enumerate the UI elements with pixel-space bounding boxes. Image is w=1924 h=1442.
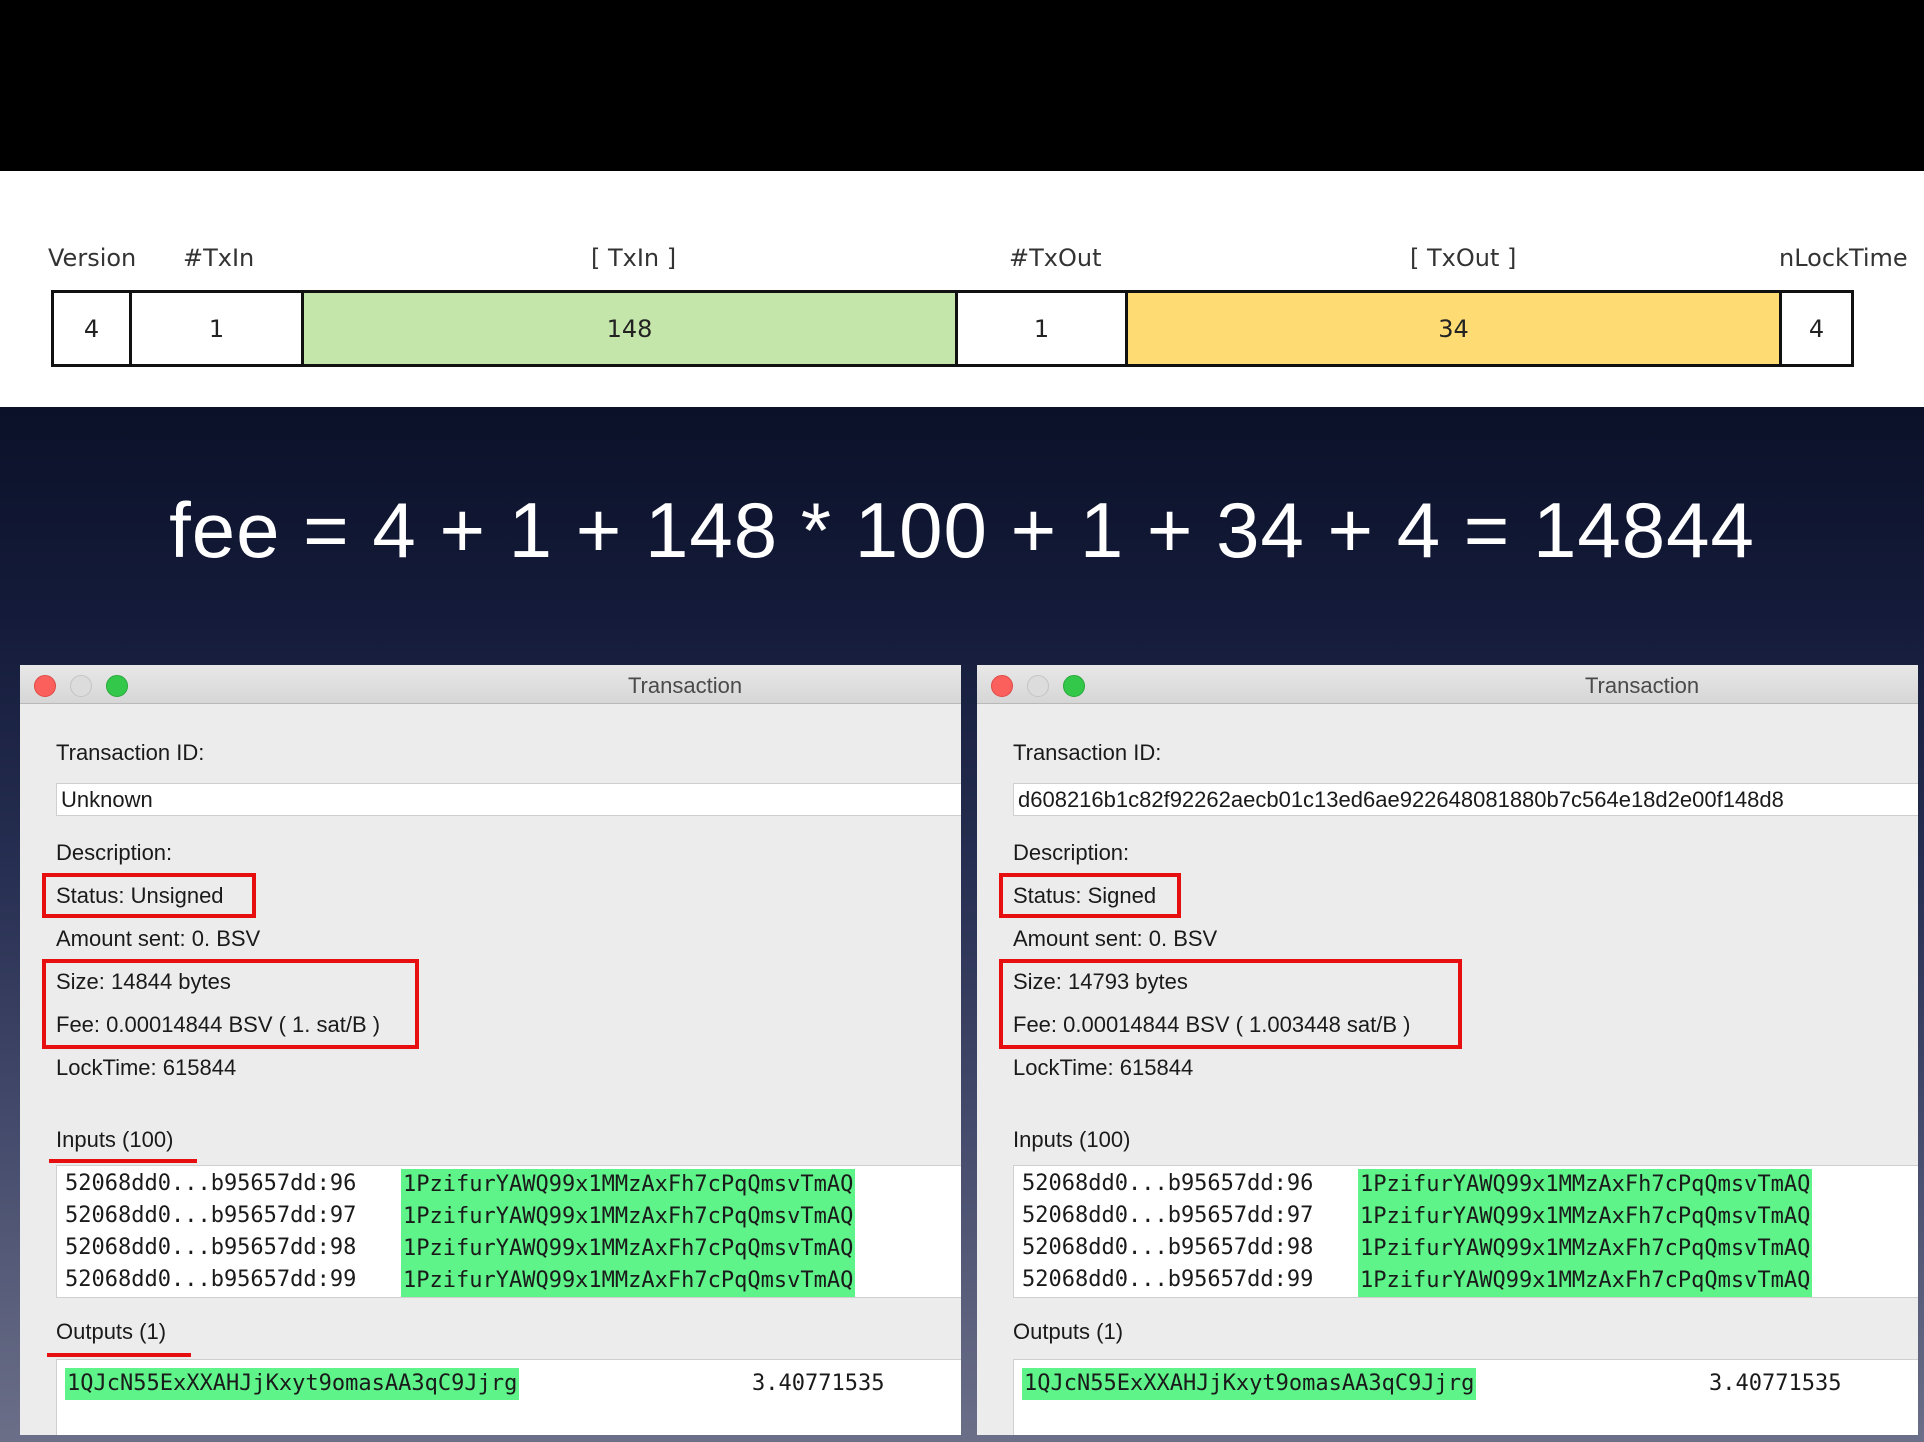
txid-field[interactable]: d608216b1c82f92262aecb01c13ed6ae92264808…: [1013, 783, 1918, 816]
input-prevout: 52068dd0...b95657dd:96: [1022, 1171, 1314, 1196]
output-amount: 3.40771535: [752, 1371, 885, 1396]
tx-structure-row: 4 1 148 1 34 4: [51, 290, 1854, 367]
outputs-underline: [47, 1353, 191, 1357]
txid-field[interactable]: Unknown: [56, 783, 961, 816]
output-row[interactable]: 1QJcN55ExXXAHJjKxyt9omasAA3qC9Jjrg 3.407…: [57, 1368, 961, 1400]
output-amount: 3.40771535: [1709, 1371, 1842, 1396]
locktime-text: LockTime: 615844: [1013, 1055, 1194, 1080]
outputs-list[interactable]: 1QJcN55ExXXAHJjKxyt9omasAA3qC9Jjrg 3.407…: [56, 1359, 961, 1435]
window-title: Transaction: [1584, 673, 1700, 698]
inputs-list[interactable]: 52068dd0...b95657dd:96 1PzifurYAWQ99x1MM…: [56, 1165, 961, 1298]
outputs-label: Outputs (1): [56, 1319, 167, 1344]
input-prevout: 52068dd0...b95657dd:96: [65, 1171, 357, 1196]
label-txout: [ TxOut ]: [1410, 244, 1517, 272]
input-prevout: 52068dd0...b95657dd:98: [65, 1235, 357, 1260]
amount-text: Amount sent: 0. BSV: [56, 926, 261, 951]
cell-txout-count: 1: [958, 293, 1128, 364]
input-row[interactable]: 52068dd0...b95657dd:98 1PzifurYAWQ99x1MM…: [1014, 1233, 1918, 1267]
cell-txout: 34: [1128, 293, 1782, 364]
cell-txin-count: 1: [132, 293, 304, 364]
slide: Version #TxIn [ TxIn ] #TxOut [ TxOut ] …: [0, 0, 1924, 1442]
input-row[interactable]: 52068dd0...b95657dd:96 1PzifurYAWQ99x1MM…: [57, 1169, 961, 1203]
inputs-underline: [49, 1159, 197, 1163]
input-row[interactable]: 52068dd0...b95657dd:97 1PzifurYAWQ99x1MM…: [1014, 1201, 1918, 1235]
input-prevout: 52068dd0...b95657dd:97: [65, 1203, 357, 1228]
titlebar[interactable]: Transaction: [20, 665, 961, 704]
status-highlight-box: [42, 873, 256, 918]
size-fee-highlight-box: [42, 959, 419, 1049]
input-prevout: 52068dd0...b95657dd:99: [65, 1267, 357, 1292]
inputs-label: Inputs (100): [56, 1127, 174, 1152]
cell-txin: 148: [304, 293, 958, 364]
input-row[interactable]: 52068dd0...b95657dd:96 1PzifurYAWQ99x1MM…: [1014, 1169, 1918, 1203]
description-label: Description:: [56, 840, 173, 865]
label-txin: [ TxIn ]: [591, 244, 677, 272]
outputs-label: Outputs (1): [1013, 1319, 1124, 1344]
cell-version: 4: [54, 293, 132, 364]
inputs-list[interactable]: 52068dd0...b95657dd:96 1PzifurYAWQ99x1MM…: [1013, 1165, 1918, 1298]
input-address: 1PzifurYAWQ99x1MMzAxFh7cPqQmsvTmAQ: [401, 1233, 856, 1265]
description-label: Description:: [1013, 840, 1130, 865]
tx-structure-diagram: Version #TxIn [ TxIn ] #TxOut [ TxOut ] …: [0, 171, 1924, 407]
label-txout-count: #TxOut: [1009, 244, 1102, 272]
input-row[interactable]: 52068dd0...b95657dd:99 1PzifurYAWQ99x1MM…: [1014, 1265, 1918, 1299]
input-address: 1PzifurYAWQ99x1MMzAxFh7cPqQmsvTmAQ: [1358, 1233, 1813, 1265]
txid-label: Transaction ID:: [56, 740, 205, 765]
transaction-window-signed[interactable]: Transaction Transaction ID: d608216b1c82…: [977, 665, 1918, 1435]
label-locktime: nLockTime: [1779, 244, 1908, 272]
output-address: 1QJcN55ExXXAHJjKxyt9omasAA3qC9Jjrg: [1022, 1368, 1477, 1400]
status-highlight-box: [999, 873, 1181, 918]
input-address: 1PzifurYAWQ99x1MMzAxFh7cPqQmsvTmAQ: [401, 1265, 856, 1297]
titlebar[interactable]: Transaction: [977, 665, 1918, 704]
cell-locktime: 4: [1808, 314, 1825, 343]
fee-formula: fee = 4 + 1 + 148 * 100 + 1 + 34 + 4 = 1…: [169, 486, 1755, 574]
outputs-list[interactable]: 1QJcN55ExXXAHJjKxyt9omasAA3qC9Jjrg 3.407…: [1013, 1359, 1918, 1435]
input-prevout: 52068dd0...b95657dd:99: [1022, 1267, 1314, 1292]
input-row[interactable]: 52068dd0...b95657dd:97 1PzifurYAWQ99x1MM…: [57, 1201, 961, 1235]
input-address: 1PzifurYAWQ99x1MMzAxFh7cPqQmsvTmAQ: [1358, 1265, 1813, 1297]
locktime-text: LockTime: 615844: [56, 1055, 237, 1080]
label-version: Version: [48, 244, 137, 272]
top-black-band: [0, 0, 1924, 171]
output-address: 1QJcN55ExXXAHJjKxyt9omasAA3qC9Jjrg: [65, 1368, 520, 1400]
input-row[interactable]: 52068dd0...b95657dd:98 1PzifurYAWQ99x1MM…: [57, 1233, 961, 1267]
label-txin-count: #TxIn: [183, 244, 255, 272]
amount-text: Amount sent: 0. BSV: [1013, 926, 1218, 951]
output-row[interactable]: 1QJcN55ExXXAHJjKxyt9omasAA3qC9Jjrg 3.407…: [1014, 1368, 1918, 1400]
window-title: Transaction: [627, 673, 743, 698]
input-address: 1PzifurYAWQ99x1MMzAxFh7cPqQmsvTmAQ: [1358, 1169, 1813, 1201]
input-row[interactable]: 52068dd0...b95657dd:99 1PzifurYAWQ99x1MM…: [57, 1265, 961, 1299]
input-prevout: 52068dd0...b95657dd:98: [1022, 1235, 1314, 1260]
txid-label: Transaction ID:: [1013, 740, 1162, 765]
input-address: 1PzifurYAWQ99x1MMzAxFh7cPqQmsvTmAQ: [401, 1169, 856, 1201]
transaction-window-unsigned[interactable]: Transaction Transaction ID: Unknown Desc…: [20, 665, 961, 1435]
input-address: 1PzifurYAWQ99x1MMzAxFh7cPqQmsvTmAQ: [1358, 1201, 1813, 1233]
size-fee-highlight-box: [999, 959, 1462, 1049]
input-address: 1PzifurYAWQ99x1MMzAxFh7cPqQmsvTmAQ: [401, 1201, 856, 1233]
input-prevout: 52068dd0...b95657dd:97: [1022, 1203, 1314, 1228]
inputs-label: Inputs (100): [1013, 1127, 1131, 1152]
